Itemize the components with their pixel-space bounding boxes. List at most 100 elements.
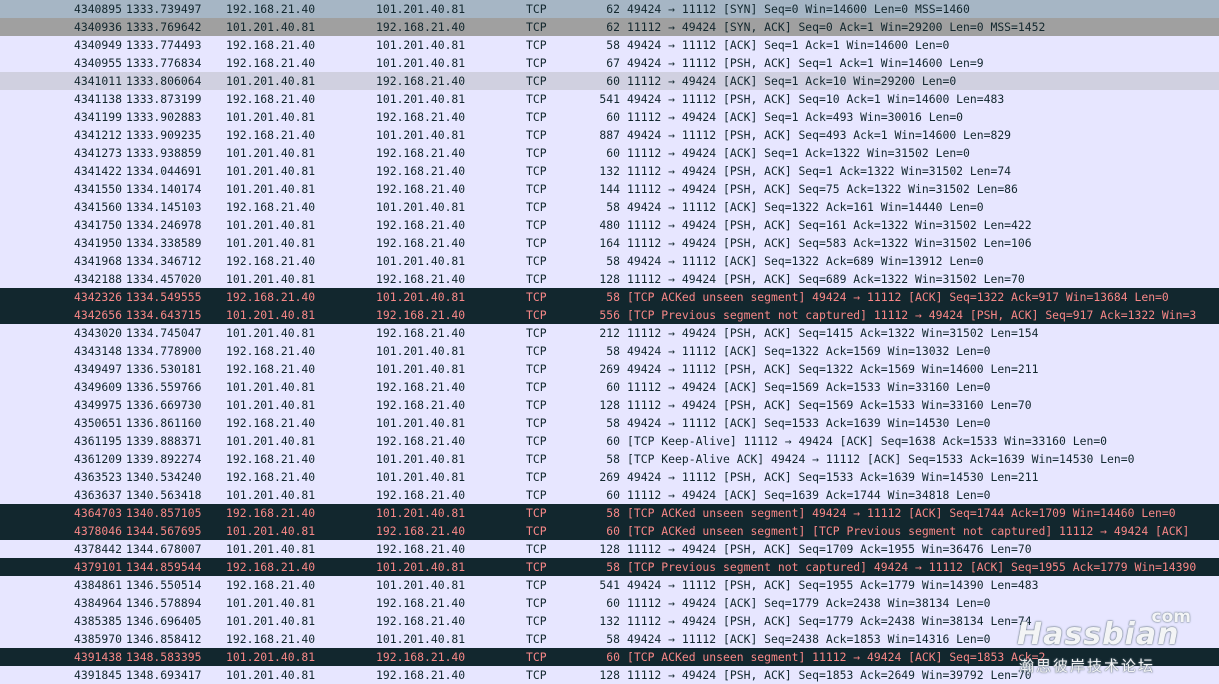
packet-number: 4340955 xyxy=(73,56,122,70)
packet-row[interactable]: 4341212 1333.909235 192.168.21.40 101.201.4… xyxy=(0,126,1219,144)
packet-row[interactable]: 4361195 1339.888371 101.201.40.81 192.168.2… xyxy=(0,432,1219,450)
packet-time: 1344.567695 xyxy=(126,524,202,538)
packet-protocol: TCP xyxy=(526,452,547,466)
packet-length: 144 xyxy=(599,182,620,196)
packet-row[interactable]: 4341138 1333.873199 192.168.21.40 101.201.4… xyxy=(0,90,1219,108)
packet-info: [TCP ACKed unseen segment] 11112 → 49424… xyxy=(627,650,1046,664)
packet-row[interactable]: 4363637 1340.563418 101.201.40.81 192.168.2… xyxy=(0,486,1219,504)
packet-number: 4343020 xyxy=(73,326,122,340)
packet-row[interactable]: 4342188 1334.457020 101.201.40.81 192.168.2… xyxy=(0,270,1219,288)
packet-length: 60 xyxy=(606,488,620,502)
packet-time: 1339.892274 xyxy=(126,452,202,466)
packet-protocol: TCP xyxy=(526,632,547,646)
packet-number: 4350651 xyxy=(73,416,122,430)
packet-row[interactable]: 4341199 1333.902883 101.201.40.81 192.168.2… xyxy=(0,108,1219,126)
packet-info: 49424 → 11112 [SYN] Seq=0 Win=14600 Len=… xyxy=(627,2,970,16)
packet-row[interactable]: 4341550 1334.140174 101.201.40.81 192.168.2… xyxy=(0,180,1219,198)
packet-info: 49424 → 11112 [ACK] Seq=2438 Ack=1853 Wi… xyxy=(627,632,991,646)
packet-row[interactable]: 4384861 1346.550514 192.168.21.40 101.201.4… xyxy=(0,576,1219,594)
packet-number: 4379101 xyxy=(73,560,122,574)
packet-time: 1340.563418 xyxy=(126,488,202,502)
packet-row[interactable]: 4378046 1344.567695 101.201.40.81 192.168.2… xyxy=(0,522,1219,540)
packet-row[interactable]: 4343148 1334.778900 192.168.21.40 101.201.4… xyxy=(0,342,1219,360)
packet-row[interactable]: 4341968 1334.346712 192.168.21.40 101.201.4… xyxy=(0,252,1219,270)
packet-row[interactable]: 4379101 1344.859544 192.168.21.40 101.201.4… xyxy=(0,558,1219,576)
packet-length: 60 xyxy=(606,74,620,88)
packet-info: [TCP ACKed unseen segment] [TCP Previous… xyxy=(627,524,1190,538)
packet-row[interactable]: 4385970 1346.858412 192.168.21.40 101.201.4… xyxy=(0,630,1219,648)
packet-time: 1333.873199 xyxy=(126,92,202,106)
packet-protocol: TCP xyxy=(526,20,547,34)
packet-number: 4341011 xyxy=(73,74,122,88)
packet-row[interactable]: 4363523 1340.534240 192.168.21.40 101.201.4… xyxy=(0,468,1219,486)
packet-row[interactable]: 4385385 1346.696405 101.201.40.81 192.168.2… xyxy=(0,612,1219,630)
packet-row[interactable]: 4340936 1333.769642 101.201.40.81 192.168.2… xyxy=(0,18,1219,36)
packet-destination: 192.168.21.40 xyxy=(376,668,466,682)
packet-source: 101.201.40.81 xyxy=(226,20,316,34)
packet-row[interactable]: 4391845 1348.693417 101.201.40.81 192.168.2… xyxy=(0,666,1219,684)
packet-source: 101.201.40.81 xyxy=(226,380,316,394)
packet-row[interactable]: 4340949 1333.774493 192.168.21.40 101.201.4… xyxy=(0,36,1219,54)
packet-time: 1334.745047 xyxy=(126,326,202,340)
packet-row[interactable]: 4341011 1333.806064 101.201.40.81 192.168.2… xyxy=(0,72,1219,90)
packet-row[interactable]: 4342656 1334.643715 101.201.40.81 192.168.2… xyxy=(0,306,1219,324)
packet-row[interactable]: 4342326 1334.549555 192.168.21.40 101.201.4… xyxy=(0,288,1219,306)
packet-row[interactable]: 4340955 1333.776834 192.168.21.40 101.201.4… xyxy=(0,54,1219,72)
packet-destination: 192.168.21.40 xyxy=(376,524,466,538)
packet-row[interactable]: 4341950 1334.338589 101.201.40.81 192.168.2… xyxy=(0,234,1219,252)
packet-row[interactable]: 4349975 1336.669730 101.201.40.81 192.168.2… xyxy=(0,396,1219,414)
packet-number: 4340895 xyxy=(73,2,122,16)
packet-info: 11112 → 49424 [PSH, ACK] Seq=75 Ack=1322… xyxy=(627,182,1018,196)
packet-length: 60 xyxy=(606,380,620,394)
packet-number: 4341950 xyxy=(73,236,122,250)
packet-info: 11112 → 49424 [PSH, ACK] Seq=1 Ack=1322 … xyxy=(627,164,1012,178)
packet-row[interactable]: 4364703 1340.857105 192.168.21.40 101.201.4… xyxy=(0,504,1219,522)
packet-source: 192.168.21.40 xyxy=(226,344,316,358)
packet-row[interactable]: 4391438 1348.583395 101.201.40.81 192.168.2… xyxy=(0,648,1219,666)
packet-source: 192.168.21.40 xyxy=(226,452,316,466)
packet-row[interactable]: 4349497 1336.530181 192.168.21.40 101.201.4… xyxy=(0,360,1219,378)
packet-info: 11112 → 49424 [PSH, ACK] Seq=583 Ack=132… xyxy=(627,236,1032,250)
packet-time: 1333.739497 xyxy=(126,2,202,16)
packet-list[interactable]: 4340895 1333.739497 192.168.21.40 101.201.4… xyxy=(0,0,1219,684)
packet-protocol: TCP xyxy=(526,344,547,358)
packet-length: 58 xyxy=(606,506,620,520)
packet-destination: 192.168.21.40 xyxy=(376,650,466,664)
packet-number: 4384964 xyxy=(73,596,122,610)
packet-number: 4340949 xyxy=(73,38,122,52)
packet-time: 1336.861160 xyxy=(126,416,202,430)
packet-protocol: TCP xyxy=(526,578,547,592)
packet-time: 1336.530181 xyxy=(126,362,202,376)
packet-protocol: TCP xyxy=(526,362,547,376)
packet-row[interactable]: 4384964 1346.578894 101.201.40.81 192.168.2… xyxy=(0,594,1219,612)
packet-length: 58 xyxy=(606,632,620,646)
packet-length: 132 xyxy=(599,614,620,628)
packet-protocol: TCP xyxy=(526,200,547,214)
packet-row[interactable]: 4341273 1333.938859 101.201.40.81 192.168.2… xyxy=(0,144,1219,162)
packet-row[interactable]: 4343020 1334.745047 101.201.40.81 192.168.2… xyxy=(0,324,1219,342)
packet-number: 4384861 xyxy=(73,578,122,592)
packet-info: 11112 → 49424 [PSH, ACK] Seq=161 Ack=132… xyxy=(627,218,1032,232)
packet-row[interactable]: 4340895 1333.739497 192.168.21.40 101.201.4… xyxy=(0,0,1219,18)
packet-row[interactable]: 4361209 1339.892274 192.168.21.40 101.201.4… xyxy=(0,450,1219,468)
packet-source: 192.168.21.40 xyxy=(226,200,316,214)
packet-row[interactable]: 4341560 1334.145103 192.168.21.40 101.201.4… xyxy=(0,198,1219,216)
packet-number: 4391438 xyxy=(73,650,122,664)
packet-length: 164 xyxy=(599,236,620,250)
packet-time: 1334.246978 xyxy=(126,218,202,232)
packet-protocol: TCP xyxy=(526,398,547,412)
packet-destination: 192.168.21.40 xyxy=(376,272,466,286)
packet-row[interactable]: 4350651 1336.861160 192.168.21.40 101.201.4… xyxy=(0,414,1219,432)
packet-length: 58 xyxy=(606,452,620,466)
packet-source: 101.201.40.81 xyxy=(226,614,316,628)
packet-row[interactable]: 4341422 1334.044691 101.201.40.81 192.168.2… xyxy=(0,162,1219,180)
packet-source: 101.201.40.81 xyxy=(226,236,316,250)
packet-time: 1334.549555 xyxy=(126,290,202,304)
packet-row[interactable]: 4341750 1334.246978 101.201.40.81 192.168.2… xyxy=(0,216,1219,234)
packet-row[interactable]: 4349609 1336.559766 101.201.40.81 192.168.2… xyxy=(0,378,1219,396)
packet-row[interactable]: 4378442 1344.678007 101.201.40.81 192.168.2… xyxy=(0,540,1219,558)
packet-time: 1348.693417 xyxy=(126,668,202,682)
packet-destination: 192.168.21.40 xyxy=(376,164,466,178)
packet-protocol: TCP xyxy=(526,146,547,160)
packet-length: 212 xyxy=(599,326,620,340)
